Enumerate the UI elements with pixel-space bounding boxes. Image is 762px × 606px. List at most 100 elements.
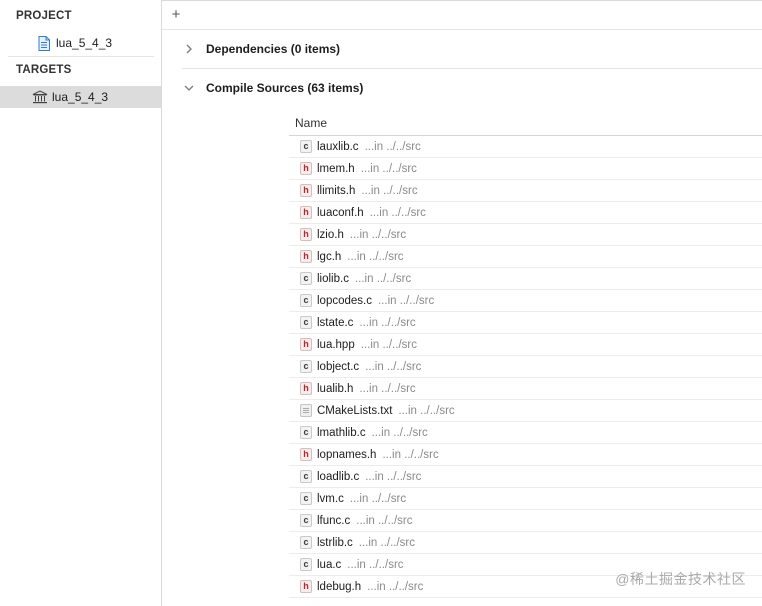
- targets-heading: TARGETS: [16, 64, 72, 76]
- toolbar-divider: [162, 29, 762, 30]
- file-location: ...in ../../src: [365, 470, 422, 483]
- phase-compile-sources[interactable]: Compile Sources (63 items): [182, 73, 762, 103]
- c-source-file-icon: c: [300, 294, 312, 307]
- table-row[interactable]: h lua.hpp ...in ../../src: [289, 334, 762, 356]
- phase-title: Compile Sources (63 items): [206, 81, 364, 95]
- sidebar-divider: [8, 56, 154, 57]
- file-location: ...in ../../src: [356, 514, 413, 527]
- sidebar-item-label: lua_5_4_3: [52, 90, 109, 104]
- file-name: lobject.c: [317, 360, 360, 373]
- header-file-icon: h: [300, 382, 312, 395]
- file-location: ...in ../../src: [371, 426, 428, 439]
- table-row[interactable]: c liolib.c ...in ../../src: [289, 268, 762, 290]
- compile-sources-table: Name c lauxlib.c ...in ../../src h lmem.h...…: [289, 111, 762, 598]
- phase-title: Dependencies (0 items): [206, 42, 341, 56]
- file-name: liolib.c: [317, 272, 349, 285]
- file-name: lgc.h: [317, 250, 342, 263]
- file-location: ...in ../../src: [361, 184, 418, 197]
- top-border: [162, 0, 762, 1]
- c-source-file-icon: c: [300, 536, 312, 549]
- watermark: @稀土掘金技术社区: [615, 571, 746, 587]
- file-location: ...in ../../src: [358, 536, 416, 549]
- sidebar-item-target[interactable]: lua_5_4_3: [0, 86, 161, 108]
- header-file-icon: h: [300, 184, 312, 197]
- file-location: ...in ../../src: [364, 140, 421, 153]
- file-location: ...in ../../src: [359, 382, 416, 395]
- file-name: lstrlib.c: [317, 536, 353, 549]
- table-row[interactable]: h lualib.h ...in ../../src: [289, 378, 762, 400]
- table-row[interactable]: h lzio.h ...in ../../src: [289, 224, 762, 246]
- c-source-file-icon: c: [300, 470, 312, 483]
- file-name: lauxlib.c: [317, 140, 359, 153]
- project-file-icon: [36, 35, 52, 51]
- file-location: ...in ../../src: [354, 272, 412, 285]
- file-location: ...in ../../src: [359, 316, 416, 329]
- file-location: ...in ../../src: [360, 338, 417, 351]
- file-name: lstate.c: [317, 316, 354, 329]
- chevron-down-icon[interactable]: [182, 84, 196, 92]
- build-phases-editor: + Dependencies (0 items) Compile Sources…: [162, 0, 762, 606]
- file-name: lmathlib.c: [317, 426, 366, 439]
- c-source-file-icon: c: [300, 316, 312, 329]
- c-source-file-icon: c: [300, 272, 312, 285]
- file-location: ...in ../../src: [369, 206, 426, 219]
- file-name: lualib.h: [317, 382, 354, 395]
- table-row[interactable]: h lgc.h ...in ../../src: [289, 246, 762, 268]
- table-row[interactable]: c lstrlib.c ...in ../../src: [289, 532, 762, 554]
- phase-dependencies[interactable]: Dependencies (0 items): [182, 34, 762, 64]
- file-location: ...in ../../src: [347, 558, 404, 571]
- table-row[interactable]: h lmem.h ...in ../../src: [289, 158, 762, 180]
- file-name: lua.c: [317, 558, 342, 571]
- c-source-file-icon: c: [300, 426, 312, 439]
- file-location: ...in ../../src: [382, 448, 439, 461]
- header-file-icon: h: [300, 162, 312, 175]
- c-source-file-icon: c: [300, 492, 312, 505]
- column-header-name[interactable]: Name: [289, 111, 762, 136]
- file-name: lopcodes.c: [317, 294, 372, 307]
- add-phase-button[interactable]: +: [169, 6, 183, 24]
- table-row[interactable]: c lobject.c ...in ../../src: [289, 356, 762, 378]
- table-body: c lauxlib.c ...in ../../src h lmem.h ...in ..…: [289, 136, 762, 598]
- file-name: loadlib.c: [317, 470, 360, 483]
- phase-divider: [182, 68, 762, 69]
- header-file-icon: h: [300, 250, 312, 263]
- chevron-right-icon[interactable]: [182, 44, 196, 54]
- table-row[interactable]: c lopcodes.c ...in ../../src: [289, 290, 762, 312]
- text-document-icon: [300, 404, 312, 417]
- table-row[interactable]: h lopnames.h ...in ../../src: [289, 444, 762, 466]
- table-row[interactable]: c loadlib.c ...in ../../src: [289, 466, 762, 488]
- file-location: ...in ../../src: [365, 360, 422, 373]
- c-source-file-icon: c: [300, 140, 312, 153]
- file-name: lvm.c: [317, 492, 344, 505]
- table-row[interactable]: c lstate.c ...in ../../src: [289, 312, 762, 334]
- table-row[interactable]: h llimits.h ...in ../../src: [289, 180, 762, 202]
- file-name: ldebug.h: [317, 580, 362, 593]
- table-row[interactable]: CMakeLists.txt ...in ../../src: [289, 400, 762, 422]
- c-source-file-icon: c: [300, 514, 312, 527]
- file-name: CMakeLists.txt: [317, 404, 393, 417]
- library-target-icon: [32, 89, 48, 105]
- file-location: ...in ../../src: [367, 580, 424, 593]
- table-row[interactable]: c lvm.c ...in ../../src: [289, 488, 762, 510]
- sidebar-item-label: lua_5_4_3: [56, 36, 113, 50]
- file-name: lua.hpp: [317, 338, 355, 351]
- table-row[interactable]: c lauxlib.c ...in ../../src: [289, 136, 762, 158]
- table-row[interactable]: h luaconf.h ...in ../../src: [289, 202, 762, 224]
- c-source-file-icon: c: [300, 360, 312, 373]
- header-file-icon: h: [300, 206, 312, 219]
- file-location: ...in ../../src: [360, 162, 417, 175]
- table-row[interactable]: c lfunc.c ...in ../../src: [289, 510, 762, 532]
- sidebar-item-project[interactable]: lua_5_4_3: [0, 32, 161, 54]
- file-location: ...in ../../src: [349, 492, 407, 505]
- header-file-icon: h: [300, 448, 312, 461]
- table-row[interactable]: c lmathlib.c ...in ../../src: [289, 422, 762, 444]
- c-source-file-icon: c: [300, 558, 312, 571]
- file-location: ...in ../../src: [349, 228, 407, 241]
- header-file-icon: h: [300, 228, 312, 241]
- file-name: lzio.h: [317, 228, 344, 241]
- header-file-icon: h: [300, 580, 312, 593]
- file-name: luaconf.h: [317, 206, 364, 219]
- file-name: lfunc.c: [317, 514, 351, 527]
- file-location: ...in ../../src: [347, 250, 404, 263]
- sidebar: PROJECT lua_5_4_3 TARGETS lua_5_4_3: [0, 0, 162, 606]
